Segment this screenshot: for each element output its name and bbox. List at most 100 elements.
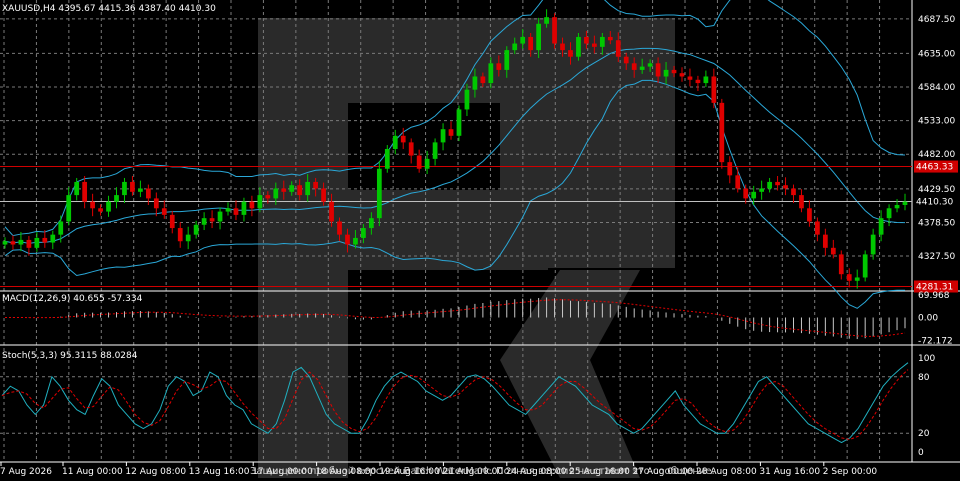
candle-body: [822, 234, 828, 248]
candle-body: [337, 221, 342, 235]
candle-body: [647, 63, 653, 67]
candle-body: [544, 17, 549, 24]
candle-body: [321, 188, 326, 202]
candle-body: [783, 185, 788, 189]
candle-body: [639, 66, 645, 70]
candle-body: [767, 181, 772, 189]
candle-body: [623, 56, 629, 64]
candle-body: [106, 201, 111, 212]
candle-body: [464, 89, 470, 110]
candle-body: [743, 188, 749, 199]
candle-body: [671, 69, 677, 74]
candle-body: [408, 142, 414, 156]
price-tick-label: 4635.00: [918, 49, 955, 59]
candle-body: [353, 237, 358, 245]
price-tick-label: 4584.00: [918, 83, 955, 93]
candle-body: [791, 188, 796, 196]
time-tick-label: 11 Aug 00:00: [62, 467, 123, 477]
candle-body: [488, 63, 494, 84]
candle-body: [233, 208, 239, 215]
price-tick-label: 4687.50: [918, 15, 955, 25]
candle-body: [703, 76, 709, 84]
candle-body: [560, 43, 565, 51]
candle-body: [607, 36, 613, 41]
candle-body: [902, 201, 908, 205]
candle-body: [568, 50, 573, 57]
candle-body: [751, 191, 757, 199]
macd-tick-label: 0.00: [918, 314, 938, 324]
candle-body: [361, 228, 366, 238]
candle-body: [830, 247, 836, 255]
price-tick-label: 4533.00: [918, 117, 955, 127]
stochastic-panel: [0, 362, 912, 444]
time-tick-label: 2 Sep 00:00: [823, 467, 878, 477]
candle-body: [679, 73, 685, 77]
candle-body: [257, 195, 263, 209]
candle-body: [273, 188, 279, 199]
macd-label: MACD(12,26,9) 40.655 -57.334: [2, 294, 143, 304]
candle-body: [169, 214, 175, 229]
candle-body: [74, 181, 80, 196]
candle-body: [472, 76, 478, 90]
candle-body: [480, 76, 486, 84]
candle-body: [512, 43, 518, 51]
candle-body: [217, 211, 223, 222]
candle-body: [376, 168, 382, 219]
candle-body: [42, 237, 48, 243]
candle-body: [241, 201, 247, 215]
candle-body: [576, 36, 581, 57]
candle-body: [432, 142, 438, 159]
candle-body: [82, 181, 88, 202]
candle-body: [297, 185, 303, 196]
candle-body: [98, 208, 103, 212]
candle-body: [663, 69, 669, 77]
price-label-level-top: 4463.33: [916, 163, 953, 173]
candle-body: [265, 195, 271, 199]
candle-body: [130, 181, 135, 192]
candle-body: [201, 218, 207, 225]
candle-body: [520, 36, 526, 44]
price-chart[interactable]: 4687.50 4635.00 4584.00 4533.00 4482.00 4429.…: [0, 0, 960, 481]
stoch-tick-label: 80: [918, 373, 930, 383]
candle-body: [727, 162, 733, 176]
candle-body: [34, 237, 40, 248]
candle-body: [631, 63, 637, 70]
candle-body: [161, 208, 167, 215]
candle-body: [153, 198, 159, 209]
candle-body: [838, 254, 844, 275]
candle-body: [815, 221, 820, 235]
candle-body: [846, 274, 852, 281]
candle-body: [281, 188, 287, 192]
macd-tick-label: 69.968: [918, 291, 950, 301]
candle-body: [592, 43, 597, 47]
time-tick-label: 31 Aug 16:00: [759, 467, 820, 477]
candle-body: [10, 241, 16, 245]
candle-body: [584, 36, 589, 44]
candle-body: [177, 228, 183, 242]
candle-body: [345, 234, 350, 245]
price-tick-label: 4378.50: [918, 218, 955, 228]
candle-body: [799, 195, 804, 209]
candle-body: [759, 188, 765, 192]
candle-body: [711, 76, 717, 103]
candle-body: [209, 218, 215, 222]
candle-body: [655, 63, 661, 77]
candle-body: [448, 129, 454, 136]
candle-body: [878, 218, 884, 235]
candle-body: [2, 241, 8, 245]
candle-body: [775, 181, 780, 186]
candle-body: [392, 135, 398, 149]
candle-body: [599, 36, 605, 47]
candle-body: [695, 79, 701, 84]
candle-body: [416, 155, 422, 169]
candle-body: [50, 234, 56, 243]
candle-body: [384, 148, 390, 169]
watermark-text: Защищено пробной версией Batch WaterMark…: [250, 466, 715, 477]
macd-tick-label: -72.172: [918, 337, 953, 347]
candle-body: [719, 102, 725, 163]
candle-body: [687, 76, 693, 80]
candle-body: [138, 188, 143, 192]
candle-body: [870, 234, 876, 255]
candle-body: [122, 181, 127, 196]
stoch-tick-label: 100: [918, 354, 935, 364]
